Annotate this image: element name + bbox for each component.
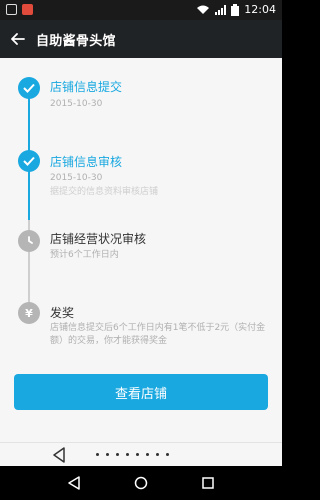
check-icon [18, 150, 40, 172]
pager-dot [166, 453, 169, 456]
step-note: 店铺信息提交后6个工作日内有1笔不低于2元（实付金额）的交易，你才能获得奖金 [50, 323, 266, 346]
red-app-icon [22, 4, 33, 15]
step-note: 预计6个工作日内 [50, 250, 119, 260]
step-title: 店铺信息审核 [50, 155, 123, 169]
view-shop-button[interactable]: 查看店铺 [14, 374, 268, 410]
pager-dot [156, 453, 159, 456]
progress-timeline: 店铺信息提交 2015-10-30 店铺信息审核 2015-10-30 据提交的… [0, 58, 282, 442]
pager-dot [136, 453, 139, 456]
nav-home-icon[interactable] [134, 476, 148, 490]
signal-icon [215, 4, 227, 15]
nav-recents-icon[interactable] [201, 476, 215, 490]
wifi-icon [197, 5, 210, 14]
clock-icon [18, 230, 40, 252]
pager-dots [96, 453, 169, 456]
step-title: 店铺经营状况审核 [50, 232, 147, 246]
yen-icon: ¥ [18, 302, 40, 324]
pager-dot [96, 453, 99, 456]
back-button[interactable] [0, 20, 36, 58]
step-date: 2015-10-30 [50, 173, 103, 183]
step-title: 店铺信息提交 [50, 80, 123, 94]
app-notification-icon [6, 4, 17, 15]
back-arrow-icon [11, 33, 25, 45]
step-note: 据提交的信息资料审核店铺 [50, 187, 159, 197]
step-title: 发奖 [50, 306, 75, 320]
app-header: 自助酱骨头馆 [0, 20, 282, 58]
step-date: 2015-10-30 [50, 99, 103, 109]
check-icon [18, 77, 40, 99]
pager-dot [126, 453, 129, 456]
pager-back-icon[interactable] [52, 447, 66, 463]
pager-bar [0, 442, 282, 466]
system-nav-bar [0, 466, 282, 500]
page-title: 自助酱骨头馆 [36, 33, 116, 49]
pager-dot [116, 453, 119, 456]
status-bar: 12:04 [0, 0, 282, 20]
pager-dot [146, 453, 149, 456]
status-time: 12:04 [244, 3, 276, 16]
pager-dot [106, 453, 109, 456]
nav-back-icon[interactable] [67, 476, 81, 490]
battery-icon [231, 3, 240, 16]
